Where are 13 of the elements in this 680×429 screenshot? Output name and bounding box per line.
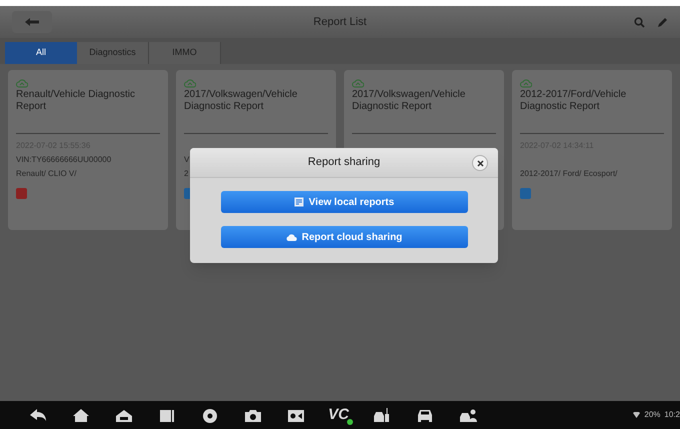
vin-text: V [184, 154, 190, 166]
report-title: 2017/Volkswagen/Vehicle Diagnostic Report [352, 89, 466, 114]
report-title: Renault/Vehicle Diagnostic Report [16, 89, 136, 114]
clock: 10:2 [664, 409, 680, 421]
vehicle-model: Renault/ CLIO V/ [16, 168, 76, 180]
page-title: Report List [313, 14, 367, 30]
vehicle-model: 2012-2017/ Ford/ Ecosport/ [520, 168, 618, 180]
report-title: 2012-2017/Ford/Vehicle Diagnostic Report [520, 89, 628, 114]
dialog-title: Report sharing [308, 155, 380, 170]
vin-text: VIN:TY66666666UU00000 [16, 154, 112, 166]
report-title: 2017/Volkswagen/Vehicle Diagnostic Report [184, 89, 298, 114]
battery-level: 20% [644, 409, 660, 421]
vehicle-model: 2 [184, 168, 188, 180]
